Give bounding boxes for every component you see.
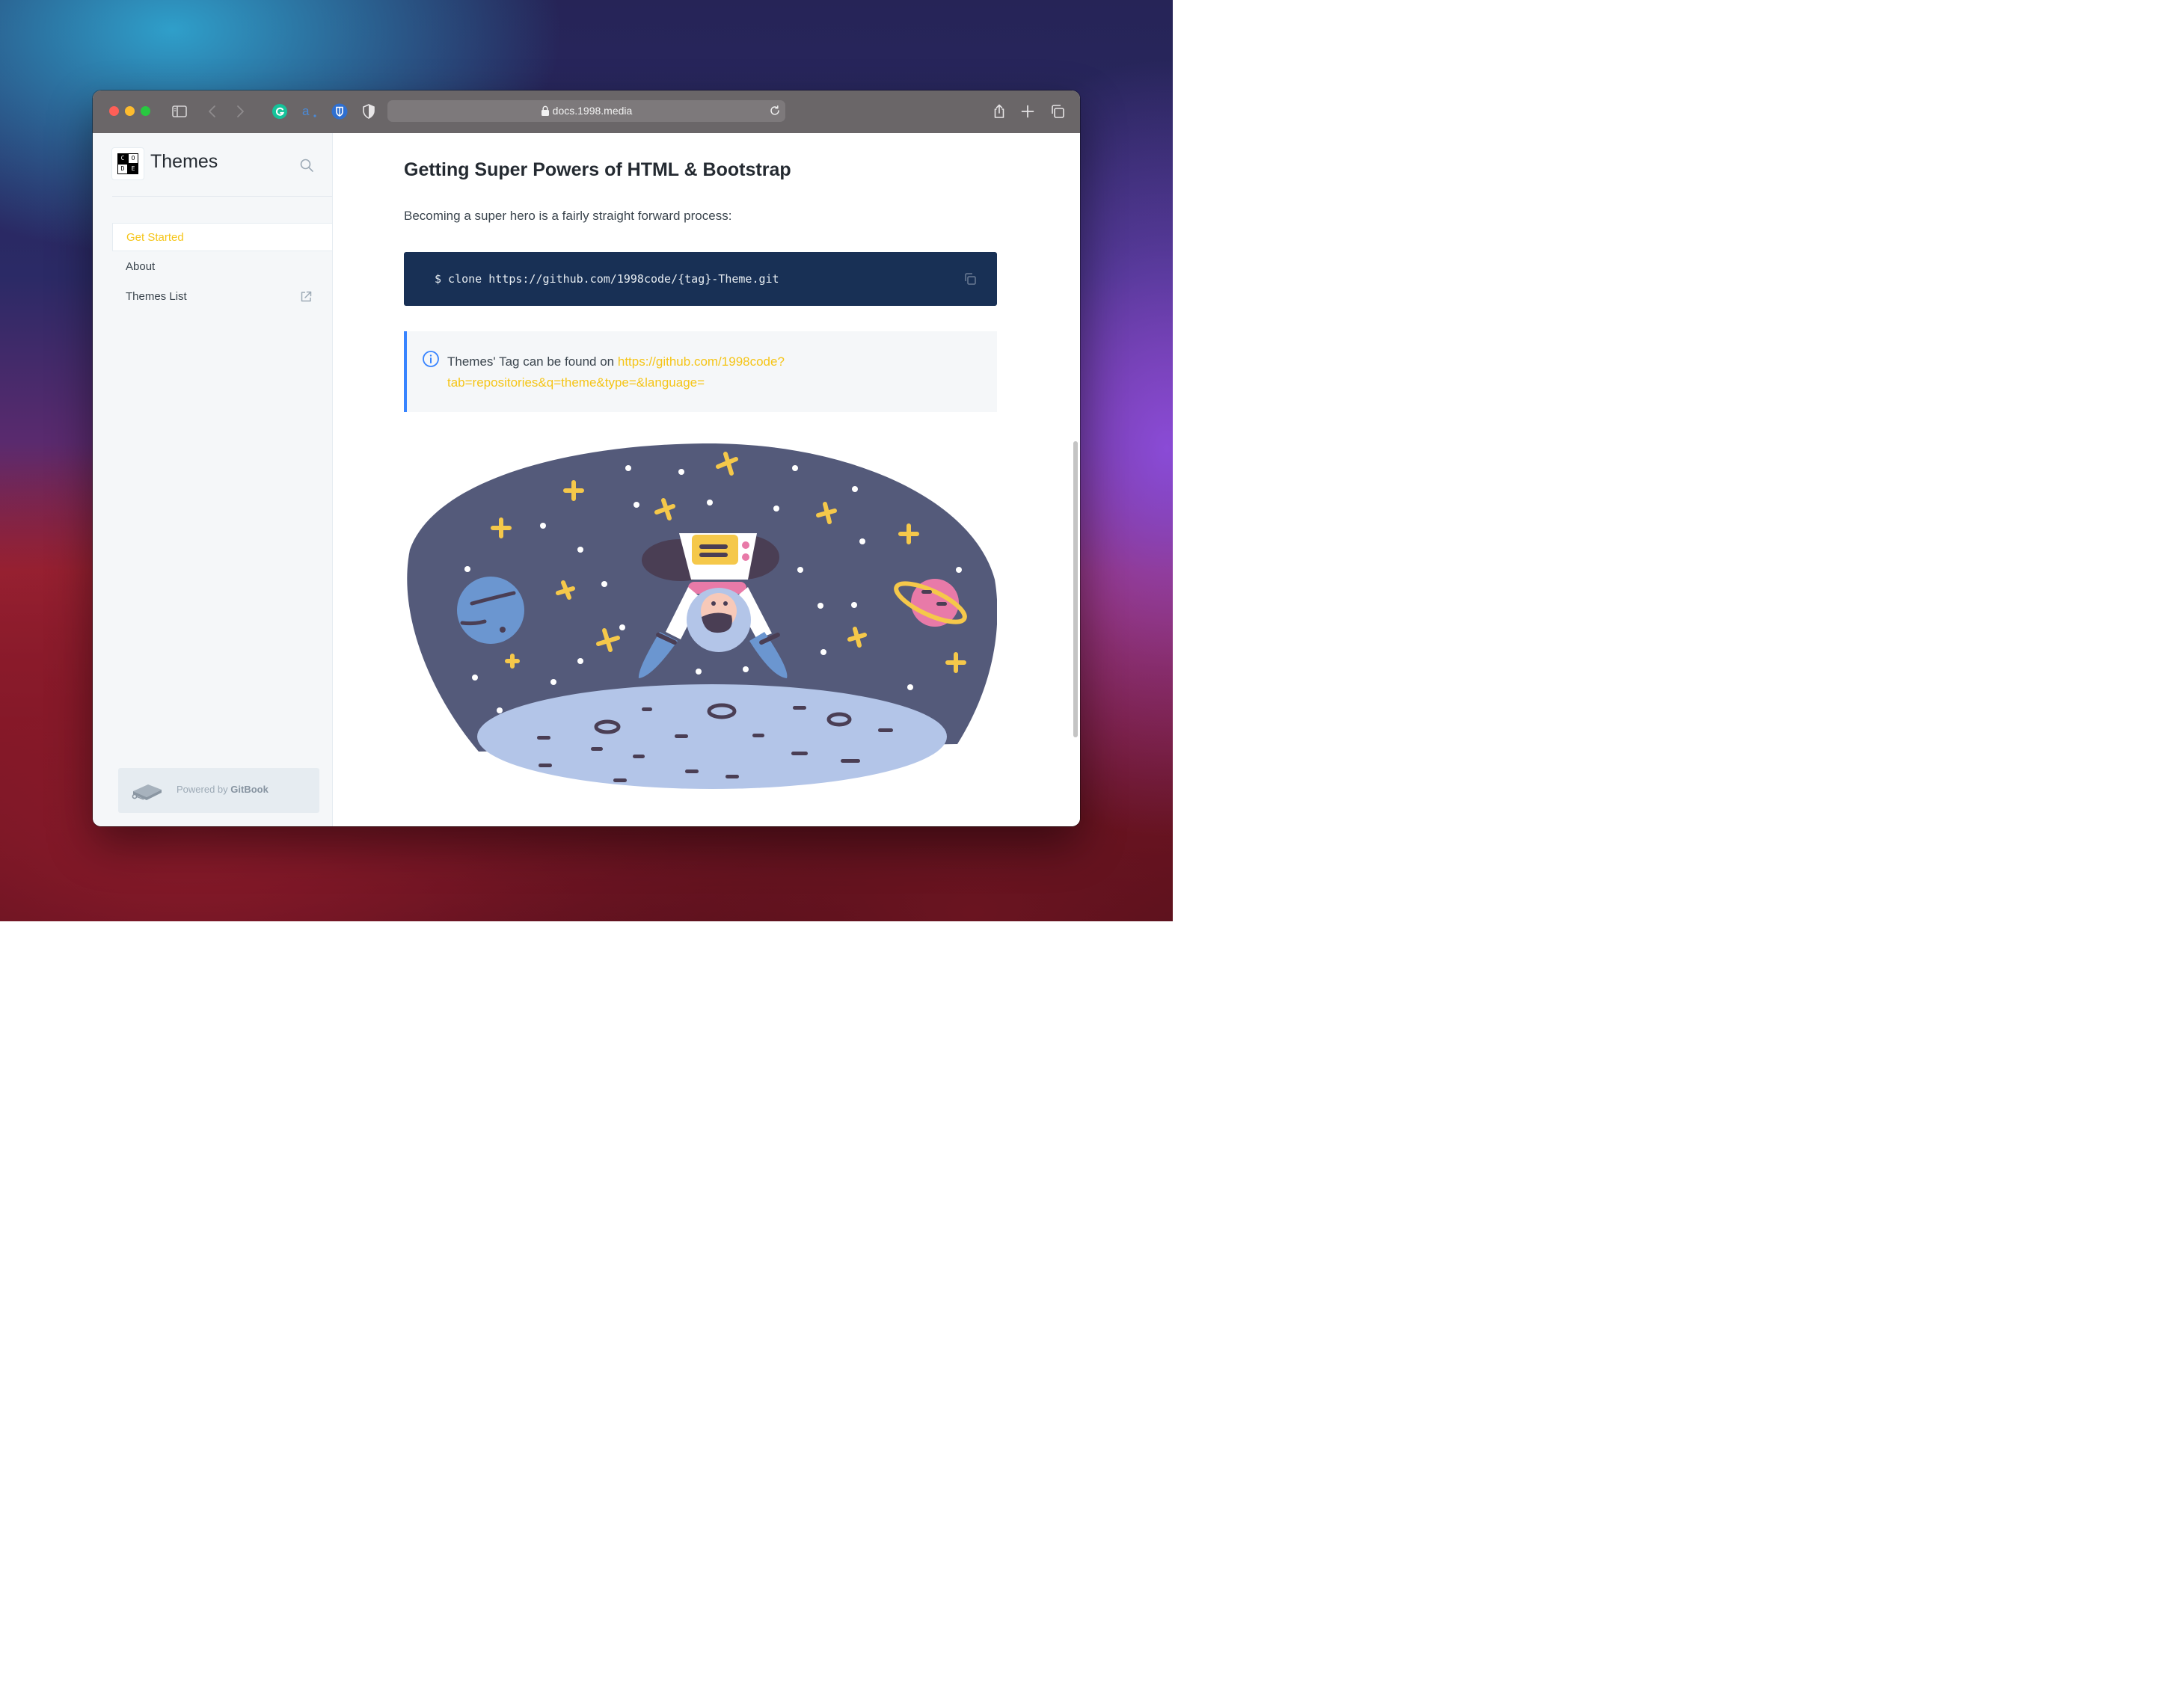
site-logo[interactable]: C O D E: [112, 148, 144, 179]
copy-icon[interactable]: [963, 271, 978, 286]
info-icon: [423, 351, 439, 367]
reload-icon[interactable]: [769, 105, 781, 117]
astronaut-illustration: [407, 443, 997, 789]
powered-prefix: Powered by: [177, 784, 231, 795]
browser-window: a docs.1998.media C O D E Themes Get Sta…: [93, 90, 1080, 826]
back-icon[interactable]: [203, 102, 221, 120]
code-block: $ clone https://github.com/1998code/{tag…: [404, 252, 997, 306]
bitwarden-icon[interactable]: [331, 102, 349, 120]
url-display: docs.1998.media: [387, 105, 785, 117]
sidebar-item-label: About: [126, 260, 156, 273]
sidebar-item-get-started[interactable]: Get Started: [112, 223, 332, 251]
sidebar-item-about[interactable]: About: [112, 253, 332, 281]
sidebar-item-themes-list[interactable]: Themes List: [112, 283, 332, 311]
address-bar[interactable]: docs.1998.media: [387, 100, 785, 122]
gitbook-icon: [132, 784, 162, 800]
sidebar-item-label: Themes List: [126, 290, 187, 303]
sidebar: C O D E Themes Get Started About Themes …: [93, 133, 333, 826]
search-icon[interactable]: [299, 158, 314, 173]
blue-planet: [457, 577, 524, 644]
tab-overview-icon[interactable]: [1049, 102, 1067, 120]
sidebar-divider: [112, 196, 332, 197]
hint-prefix: Themes' Tag can be found on: [447, 354, 618, 369]
browser-toolbar: a docs.1998.media: [93, 90, 1080, 134]
close-window-button[interactable]: [109, 106, 119, 116]
logo-letter: D: [117, 164, 128, 174]
powered-by-gitbook-link[interactable]: Powered by GitBook: [118, 768, 319, 813]
main-content: Getting Super Powers of HTML & Bootstrap…: [333, 133, 1080, 826]
sidebar-icon[interactable]: [171, 102, 188, 120]
intro-paragraph: Becoming a super hero is a fairly straig…: [404, 209, 732, 223]
logo-letter: C: [117, 153, 128, 164]
section-heading: Getting Super Powers of HTML & Bootstrap: [404, 159, 791, 180]
url-text: docs.1998.media: [552, 105, 633, 117]
privacy-shield-icon[interactable]: [360, 102, 378, 120]
svg-text:a: a: [302, 104, 310, 118]
code-text: $ clone https://github.com/1998code/{tag…: [435, 272, 779, 286]
sidebar-item-label: Get Started: [126, 231, 184, 244]
powered-by-text: Powered by GitBook: [177, 784, 269, 795]
new-tab-icon[interactable]: [1019, 102, 1037, 120]
logo-grid: C O D E: [117, 153, 138, 174]
lock-icon: [541, 105, 549, 116]
hint-text: Themes' Tag can be found on https://gith…: [447, 351, 971, 393]
amazon-icon[interactable]: a: [300, 102, 318, 120]
site-title[interactable]: Themes: [150, 151, 218, 173]
minimize-window-button[interactable]: [125, 106, 135, 116]
powered-brand: GitBook: [230, 784, 269, 795]
share-icon[interactable]: [990, 102, 1008, 120]
logo-letter: O: [128, 153, 138, 164]
info-hint: Themes' Tag can be found on https://gith…: [404, 331, 997, 412]
logo-letter: E: [128, 164, 138, 174]
grammarly-icon[interactable]: [271, 102, 289, 120]
external-link-icon: [301, 291, 312, 302]
zoom-window-button[interactable]: [141, 106, 150, 116]
forward-icon[interactable]: [231, 102, 249, 120]
page-scrollbar[interactable]: [1073, 441, 1078, 737]
